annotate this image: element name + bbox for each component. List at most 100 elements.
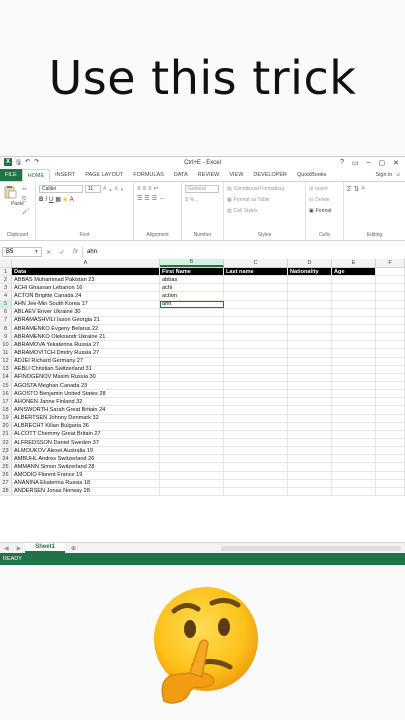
column-header-e[interactable]: E xyxy=(332,259,376,267)
cell[interactable] xyxy=(376,438,405,447)
cell[interactable] xyxy=(288,365,332,373)
cell[interactable] xyxy=(332,381,376,390)
cell[interactable] xyxy=(332,365,376,373)
cell[interactable] xyxy=(376,292,405,300)
cell[interactable] xyxy=(160,357,224,365)
cell[interactable] xyxy=(376,430,405,438)
header-cell[interactable]: Last name xyxy=(224,268,288,276)
autosum-icon[interactable]: Σ xyxy=(347,186,351,193)
undo-icon[interactable]: ↶ xyxy=(25,158,30,168)
cell[interactable] xyxy=(332,455,376,463)
tab-formulas[interactable]: FORMULAS xyxy=(128,169,169,181)
cell[interactable] xyxy=(224,300,288,308)
cell[interactable] xyxy=(288,398,332,406)
cell[interactable] xyxy=(288,414,332,422)
cell[interactable] xyxy=(160,398,224,406)
cell[interactable] xyxy=(160,333,224,341)
cell[interactable] xyxy=(160,447,224,455)
tab-view[interactable]: VIEW xyxy=(224,169,248,181)
cell[interactable] xyxy=(160,406,224,414)
cell[interactable] xyxy=(376,414,405,422)
row-number[interactable]: 10 xyxy=(0,341,12,349)
cell[interactable] xyxy=(160,316,224,324)
cell[interactable] xyxy=(160,463,224,471)
cell[interactable] xyxy=(224,357,288,365)
cell[interactable] xyxy=(376,316,405,324)
ribbon-display-icon[interactable]: ▭ xyxy=(352,159,359,167)
cell[interactable] xyxy=(288,455,332,463)
copy-icon[interactable]: ⎘ xyxy=(22,197,30,204)
cell[interactable] xyxy=(332,292,376,300)
row-number[interactable]: 16 xyxy=(0,390,12,398)
minimize-icon[interactable]: – xyxy=(367,159,371,167)
cell[interactable] xyxy=(288,422,332,430)
cell[interactable] xyxy=(332,479,376,487)
row-number[interactable]: 4 xyxy=(0,292,12,300)
redo-icon[interactable]: ↷ xyxy=(34,158,39,168)
cell[interactable] xyxy=(332,463,376,471)
format-painter-icon[interactable]: 🖌 xyxy=(22,208,30,215)
tab-quickbooks[interactable]: QuickBooks xyxy=(292,169,331,181)
cell[interactable]: ABRAMENKO Oleksandr Ukraine 21 xyxy=(12,333,160,341)
cell[interactable] xyxy=(224,487,288,495)
cell[interactable] xyxy=(376,455,405,463)
cell[interactable] xyxy=(224,398,288,406)
cell[interactable] xyxy=(288,284,332,292)
cell[interactable] xyxy=(224,414,288,422)
cell[interactable] xyxy=(224,284,288,292)
cell[interactable]: AGOSTO Benjamin United States 28 xyxy=(12,390,160,398)
cell[interactable] xyxy=(332,438,376,447)
row-number[interactable]: 9 xyxy=(0,333,12,341)
borders-icon[interactable]: ▦ xyxy=(55,196,61,203)
delete-cells-button[interactable]: ⊟ Delete xyxy=(309,196,340,204)
cell[interactable] xyxy=(288,471,332,479)
cell[interactable] xyxy=(288,406,332,414)
cell[interactable] xyxy=(376,341,405,349)
cell[interactable] xyxy=(224,479,288,487)
tab-home[interactable]: HOME xyxy=(21,169,51,182)
cell[interactable] xyxy=(376,398,405,406)
cell[interactable] xyxy=(224,471,288,479)
font-family-select[interactable]: Calibri xyxy=(39,185,83,193)
cell[interactable] xyxy=(376,349,405,357)
cell[interactable] xyxy=(160,430,224,438)
cell[interactable] xyxy=(376,479,405,487)
cell[interactable]: ABRAMENKO Evgeny Belarus 22 xyxy=(12,324,160,333)
cell[interactable] xyxy=(332,341,376,349)
row-number[interactable]: 13 xyxy=(0,365,12,373)
cell[interactable]: ABRAMASHVILI Iason Georgia 21 xyxy=(12,316,160,324)
select-all-corner[interactable] xyxy=(0,259,12,267)
header-cell[interactable]: Age xyxy=(332,268,376,276)
row-number[interactable]: 17 xyxy=(0,398,12,406)
header-cell[interactable]: Data xyxy=(12,268,160,276)
name-box[interactable]: B5 ▼ xyxy=(2,247,42,257)
row-number[interactable]: 22 xyxy=(0,438,12,447)
cell[interactable]: ahn xyxy=(160,300,224,308)
scroll-sheets-right-icon[interactable]: ▶ xyxy=(13,545,26,552)
horizontal-scrollbar[interactable] xyxy=(221,545,401,551)
cell[interactable] xyxy=(288,357,332,365)
cell[interactable] xyxy=(288,463,332,471)
align-top-icon[interactable]: ≡ xyxy=(137,186,141,192)
cell[interactable] xyxy=(288,430,332,438)
cell[interactable] xyxy=(160,373,224,381)
cell[interactable] xyxy=(376,463,405,471)
cell[interactable]: AGOSTA Meghan Canada 23 xyxy=(12,381,160,390)
cell[interactable] xyxy=(376,276,405,284)
cell[interactable] xyxy=(376,324,405,333)
cell[interactable] xyxy=(160,365,224,373)
cell[interactable] xyxy=(376,365,405,373)
cell[interactable] xyxy=(332,316,376,324)
cell[interactable] xyxy=(332,276,376,284)
cell[interactable] xyxy=(288,341,332,349)
sign-in-link[interactable]: Sign in ☺ xyxy=(376,169,405,181)
row-number[interactable]: 5 xyxy=(0,300,12,308)
cell[interactable] xyxy=(332,471,376,479)
align-bottom-icon[interactable]: ≡ xyxy=(148,186,152,192)
cell[interactable] xyxy=(376,447,405,455)
cell[interactable] xyxy=(288,276,332,284)
row-number[interactable]: 25 xyxy=(0,463,12,471)
insert-function-icon[interactable]: fx xyxy=(73,249,78,256)
percent-icon[interactable]: % xyxy=(190,197,194,203)
tab-data[interactable]: DATA xyxy=(169,169,193,181)
